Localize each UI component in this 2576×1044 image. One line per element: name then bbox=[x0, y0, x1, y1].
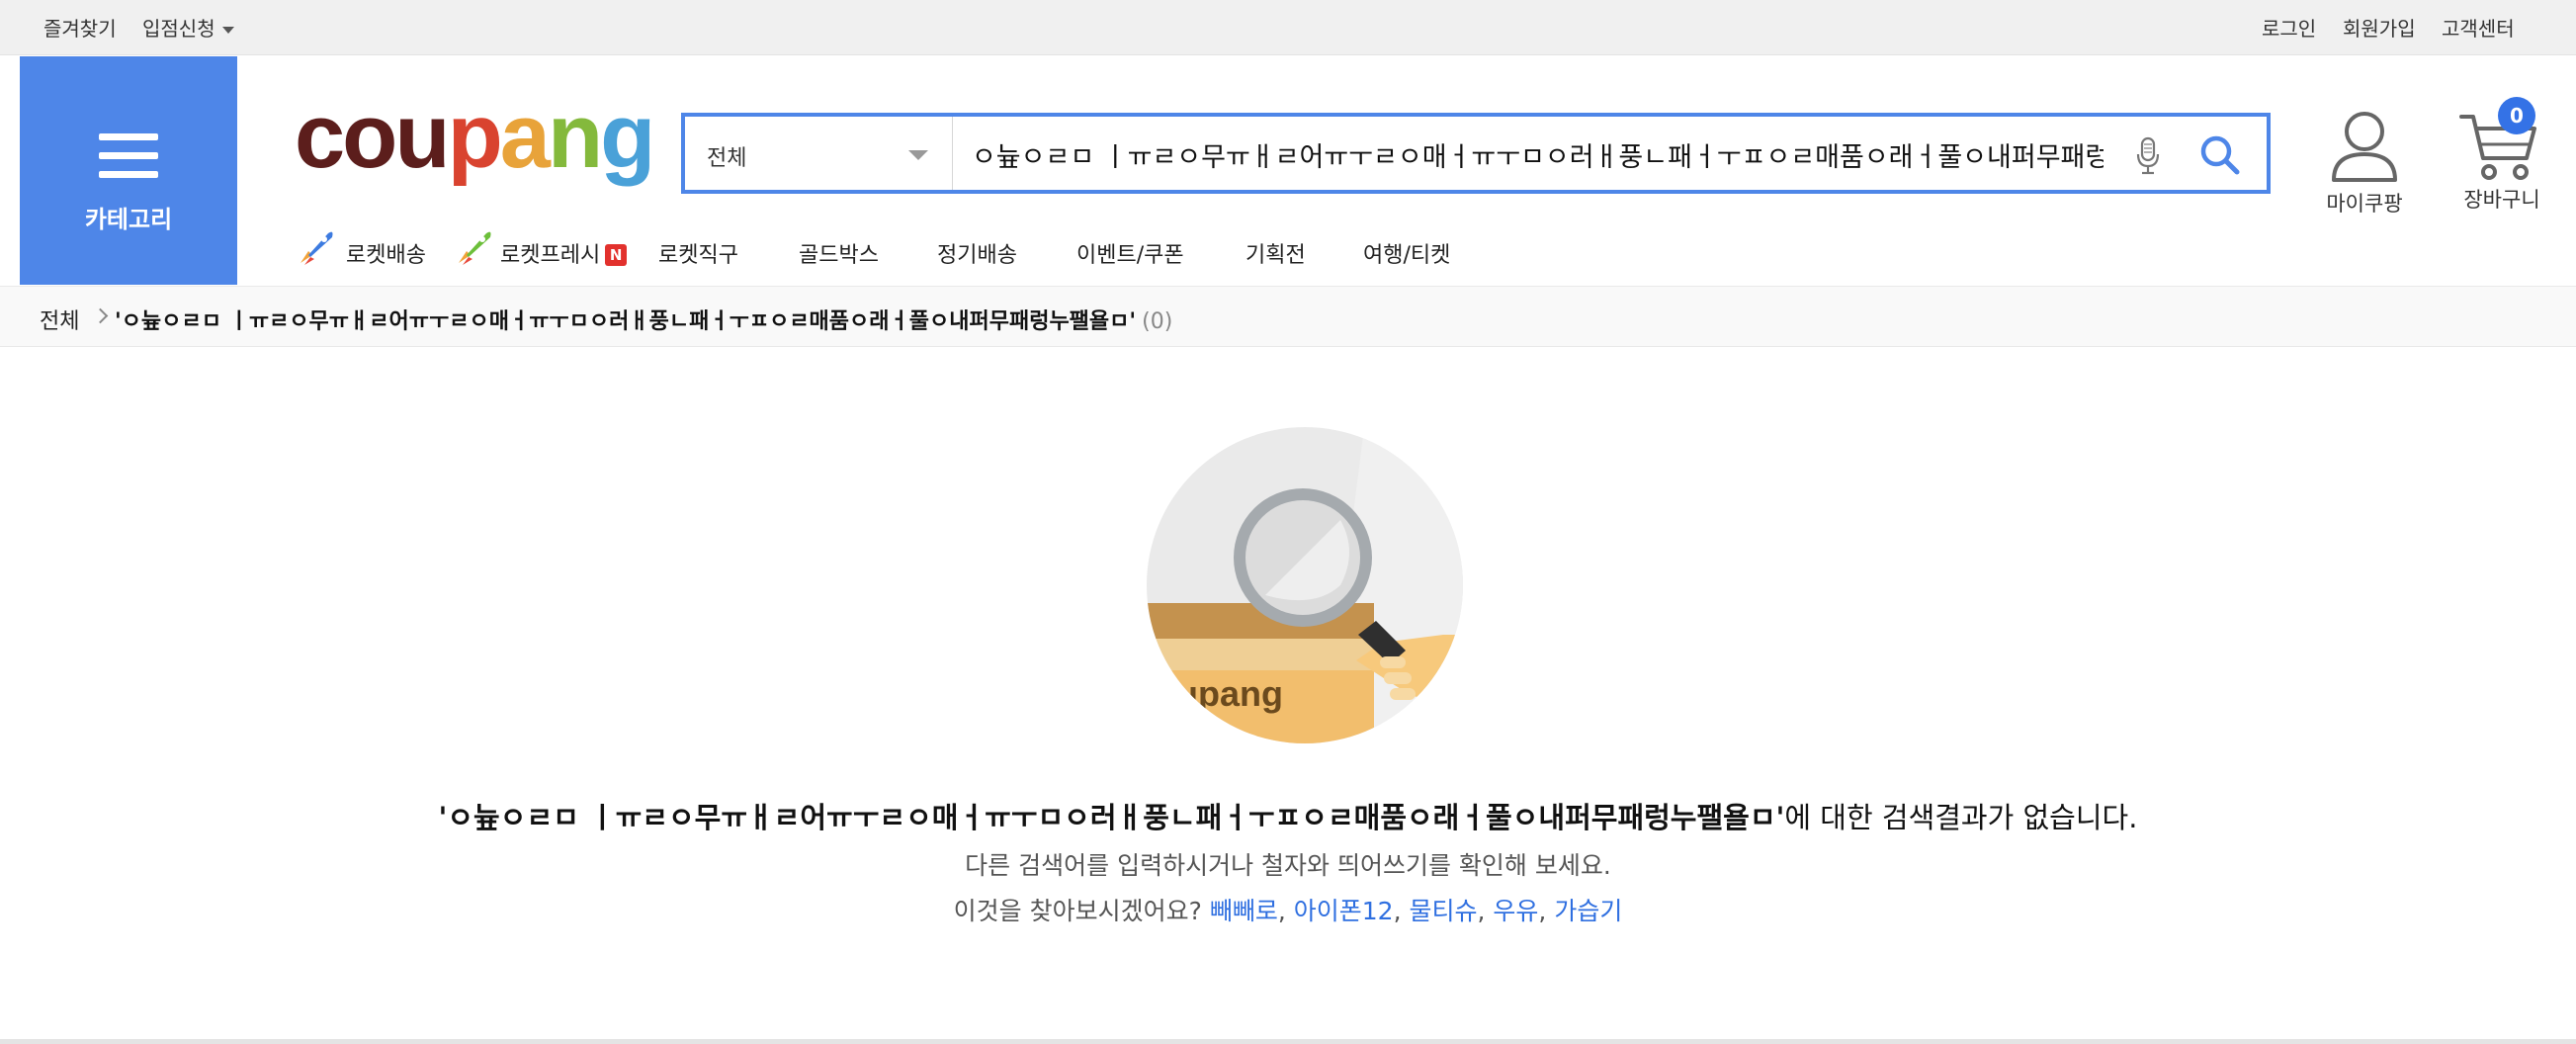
search-bar: 전체 bbox=[681, 113, 2271, 194]
suggestion-link[interactable]: 빼빼로 bbox=[1210, 897, 1278, 925]
chevron-right-icon bbox=[92, 307, 109, 324]
nav-rocket-fresh[interactable]: 로켓프레시 N bbox=[500, 237, 628, 269]
nav-rocket-direct[interactable]: 로켓직구 bbox=[658, 237, 738, 269]
signup-link[interactable]: 회원가입 bbox=[2343, 13, 2416, 42]
category-menu-button[interactable]: 카테고리 bbox=[20, 56, 237, 285]
search-hint: 다른 검색어를 입력하시거나 철자와 띄어쓰기를 확인해 보세요. bbox=[965, 851, 1611, 880]
seller-apply-menu[interactable]: 입점신청 bbox=[142, 13, 234, 42]
breadcrumb: 전체 'ㅇ늎ㅇㄹㅁ ㅣㅠㄹㅇ무ㅠㅐㄹ어ㅠㅜㄹㅇ매ㅓㅠㅜㅁㅇ러ㅐ풍ㄴ패ㅓㅜㅍㅇㄹ매… bbox=[0, 286, 2576, 347]
no-result-message: 'ㅇ늎ㅇㄹㅁ ㅣㅠㄹㅇ무ㅠㅐㄹ어ㅠㅜㄹㅇ매ㅓㅠㅜㅁㅇ러ㅐ풍ㄴ패ㅓㅜㅍㅇㄹ매품ㅇ래… bbox=[0, 795, 2576, 836]
nav-exhibition[interactable]: 기획전 bbox=[1245, 237, 1306, 269]
no-result-illustration: upang bbox=[1147, 427, 1463, 743]
bookmark-link[interactable]: 즐겨찾기 bbox=[43, 13, 117, 42]
chevron-down-icon bbox=[908, 150, 928, 160]
caret-down-icon bbox=[221, 27, 234, 34]
suggestion-prefix: 이것을 찾아보시겠어요? bbox=[953, 897, 1210, 925]
suggestion-link[interactable]: 가습기 bbox=[1554, 897, 1622, 925]
seller-apply-label: 입점신청 bbox=[142, 17, 215, 41]
cart-count-badge: 0 bbox=[2498, 97, 2535, 134]
nav-subscription[interactable]: 정기배송 bbox=[937, 237, 1017, 269]
microphone-icon[interactable] bbox=[2135, 136, 2161, 176]
search-input[interactable] bbox=[972, 136, 2104, 172]
coupang-logo[interactable]: coupang bbox=[295, 91, 655, 182]
breadcrumb-query: 'ㅇ늎ㅇㄹㅁ ㅣㅠㄹㅇ무ㅠㅐㄹ어ㅠㅜㄹㅇ매ㅓㅠㅜㅁㅇ러ㅐ풍ㄴ패ㅓㅜㅍㅇㄹ매품ㅇ래… bbox=[115, 309, 1173, 334]
search-category-select[interactable]: 전체 bbox=[685, 117, 953, 190]
top-utility-bar: 즐겨찾기 입점신청 로그인 회원가입 고객센터 bbox=[0, 0, 2576, 55]
new-badge: N bbox=[605, 244, 628, 266]
mycoupang-label[interactable]: 마이쿠팡 bbox=[2303, 188, 2426, 218]
suggestion-link[interactable]: 물티슈 bbox=[1409, 897, 1477, 925]
result-count: (0) bbox=[1142, 309, 1173, 334]
nav-rocket-delivery[interactable]: 로켓배송 bbox=[346, 237, 426, 269]
cart-label[interactable]: 장바구니 bbox=[2447, 184, 2556, 214]
breadcrumb-home[interactable]: 전체 bbox=[40, 304, 79, 335]
login-link[interactable]: 로그인 bbox=[2262, 13, 2316, 42]
no-result-query: 'ㅇ늎ㅇㄹㅁ ㅣㅠㄹㅇ무ㅠㅐㄹ어ㅠㅜㄹㅇ매ㅓㅠㅜㅁㅇ러ㅐ풍ㄴ패ㅓㅜㅍㅇㄹ매품ㅇ래… bbox=[438, 801, 1785, 834]
customer-center-link[interactable]: 고객센터 bbox=[2442, 13, 2515, 42]
suggestion-link[interactable]: 우유 bbox=[1493, 897, 1538, 925]
rocket-icon bbox=[301, 231, 333, 265]
no-result-suffix: 에 대한 검색결과가 없습니다. bbox=[1784, 801, 2138, 834]
suggestions: 이것을 찾아보시겠어요? 빼빼로, 아이폰12, 물티슈, 우유, 가습기 bbox=[953, 897, 1623, 925]
nav-goldbox[interactable]: 골드박스 bbox=[799, 237, 879, 269]
rocket-fresh-icon bbox=[459, 231, 491, 265]
hamburger-icon bbox=[99, 133, 158, 179]
category-label: 카테고리 bbox=[84, 206, 173, 233]
footer-divider bbox=[0, 1039, 2576, 1044]
nav-rocket-fresh-label: 로켓프레시 bbox=[500, 243, 601, 268]
suggestion-link[interactable]: 아이폰12 bbox=[1294, 897, 1394, 925]
illustration-logo-text: upang bbox=[1176, 673, 1283, 714]
nav-event-coupon[interactable]: 이벤트/쿠폰 bbox=[1076, 237, 1184, 269]
search-category-value: 전체 bbox=[707, 146, 747, 171]
nav-travel-ticket[interactable]: 여행/티켓 bbox=[1363, 237, 1450, 269]
user-icon[interactable] bbox=[2324, 105, 2405, 186]
search-icon[interactable] bbox=[2199, 134, 2241, 176]
